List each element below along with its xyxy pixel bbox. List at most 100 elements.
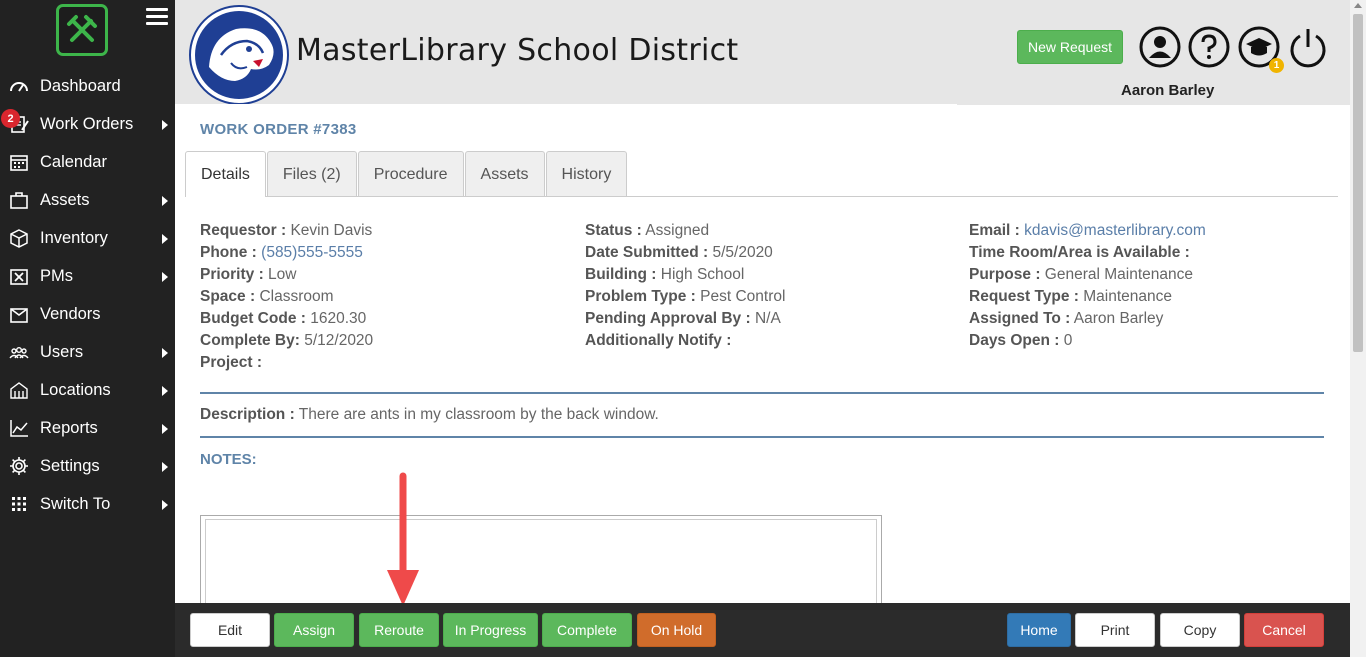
caret-right-icon <box>162 500 168 510</box>
caret-right-icon <box>162 424 168 434</box>
sidebar-item-locations[interactable]: Locations <box>0 371 175 409</box>
reports-icon <box>8 417 30 439</box>
request-type-field: Request Type : Maintenance <box>969 288 1173 305</box>
notes-inner-frame <box>205 519 877 614</box>
in-progress-button[interactable]: In Progress <box>443 613 538 647</box>
notes-input[interactable] <box>200 515 882 615</box>
assigned-to-field: Assigned To : Aaron Barley <box>969 310 1164 327</box>
date-submitted-field: Date Submitted : 5/5/2020 <box>585 244 773 261</box>
vendors-icon <box>8 303 30 325</box>
details-column-2: Status : Assigned Date Submitted : 5/5/2… <box>585 220 785 352</box>
caret-right-icon <box>162 462 168 472</box>
sidebar-item-label: Settings <box>40 456 100 475</box>
purpose-field: Purpose : General Maintenance <box>969 266 1194 283</box>
training-badge: 1 <box>1269 58 1284 73</box>
app-logo-icon[interactable] <box>56 4 108 56</box>
pending-approval-field: Pending Approval By : N/A <box>585 310 781 327</box>
sidebar-item-calendar[interactable]: Calendar <box>0 143 175 181</box>
email-field: Email : kdavis@masterlibrary.com <box>969 222 1206 239</box>
user-name: Aaron Barley <box>1121 82 1215 99</box>
pms-icon <box>8 265 30 287</box>
details-column-3: Email : kdavis@masterlibrary.com Time Ro… <box>969 220 1206 352</box>
tab-files[interactable]: Files (2) <box>266 151 357 197</box>
days-open-field: Days Open : 0 <box>969 332 1073 349</box>
help-icon[interactable] <box>1187 25 1231 69</box>
phone-link[interactable]: (585)555-5555 <box>261 244 363 261</box>
caret-right-icon <box>162 386 168 396</box>
on-hold-button[interactable]: On Hold <box>637 613 716 647</box>
sidebar-item-users[interactable]: Users <box>0 333 175 371</box>
annotation-arrow-icon <box>385 470 421 615</box>
edit-button[interactable]: Edit <box>190 613 270 647</box>
project-field: Project : <box>200 354 263 371</box>
page-header: MasterLibrary School District New Reques… <box>175 0 1350 105</box>
caret-right-icon <box>162 120 168 130</box>
complete-by-field: Complete By: 5/12/2020 <box>200 332 374 349</box>
caret-right-icon <box>162 272 168 282</box>
sidebar-item-settings[interactable]: Settings <box>0 447 175 485</box>
building-field: Building : High School <box>585 266 745 283</box>
action-bar: Edit Assign Reroute In Progress Complete… <box>175 603 1350 657</box>
caret-right-icon <box>162 234 168 244</box>
locations-icon <box>8 379 30 401</box>
email-link[interactable]: kdavis@masterlibrary.com <box>1024 222 1206 239</box>
work-order-title: WORK ORDER #7383 <box>200 121 357 138</box>
page-title: MasterLibrary School District <box>296 33 739 68</box>
caret-right-icon <box>162 196 168 206</box>
assign-button[interactable]: Assign <box>274 613 354 647</box>
sidebar-item-pms[interactable]: PMs <box>0 257 175 295</box>
sidebar-item-label: Vendors <box>40 304 101 323</box>
page-scrollbar[interactable] <box>1350 0 1366 657</box>
sidebar-item-label: Locations <box>40 380 111 399</box>
scrollbar-thumb[interactable] <box>1353 14 1363 352</box>
work-order-tabs: Details Files (2) Procedure Assets Histo… <box>185 151 628 197</box>
tab-history[interactable]: History <box>545 151 628 197</box>
sidebar-item-label: Reports <box>40 418 98 437</box>
sidebar-item-assets[interactable]: Assets <box>0 181 175 219</box>
cancel-button[interactable]: Cancel <box>1244 613 1324 647</box>
description-field: Description : There are ants in my class… <box>200 406 659 423</box>
tab-details[interactable]: Details <box>185 151 266 197</box>
scroll-up-icon[interactable] <box>1354 3 1362 8</box>
user-profile-icon[interactable] <box>1138 25 1182 69</box>
copy-button[interactable]: Copy <box>1160 613 1240 647</box>
tab-assets[interactable]: Assets <box>464 151 545 197</box>
status-field: Status : Assigned <box>585 222 710 239</box>
sidebar-item-inventory[interactable]: Inventory <box>0 219 175 257</box>
dashboard-icon <box>8 75 30 97</box>
sidebar-item-dashboard[interactable]: Dashboard <box>0 67 175 105</box>
power-logout-icon[interactable] <box>1286 25 1330 69</box>
tab-procedure[interactable]: Procedure <box>357 151 464 197</box>
time-available-field: Time Room/Area is Available : <box>969 244 1190 261</box>
users-icon <box>8 341 30 363</box>
section-divider <box>200 392 1324 394</box>
sidebar-item-reports[interactable]: Reports <box>0 409 175 447</box>
sidebar-item-label: PMs <box>40 266 73 285</box>
reroute-button[interactable]: Reroute <box>359 613 439 647</box>
priority-field: Priority : Low <box>200 266 297 283</box>
work-orders-badge: 2 <box>1 109 20 128</box>
inventory-icon <box>8 227 30 249</box>
complete-button[interactable]: Complete <box>542 613 632 647</box>
sidebar-item-switch-to[interactable]: Switch To <box>0 485 175 523</box>
new-request-button[interactable]: New Request <box>1017 30 1123 64</box>
notes-label: NOTES: <box>200 451 257 468</box>
sidebar-item-label: Users <box>40 342 84 361</box>
menu-toggle-icon[interactable] <box>146 8 168 28</box>
switch-to-icon <box>8 493 30 515</box>
home-button[interactable]: Home <box>1007 613 1071 647</box>
details-column-1: Requestor : Kevin Davis Phone : (585)555… <box>200 220 373 374</box>
print-button[interactable]: Print <box>1075 613 1155 647</box>
header-strip <box>175 104 957 106</box>
caret-right-icon <box>162 348 168 358</box>
calendar-icon <box>8 151 30 173</box>
budget-code-field: Budget Code : 1620.30 <box>200 310 367 327</box>
sidebar-item-label: Work Orders <box>40 114 134 133</box>
sidebar-item-work-orders[interactable]: 2 Work Orders <box>0 105 175 143</box>
sidebar: Dashboard 2 Work Orders Calendar Assets <box>0 0 175 657</box>
sidebar-item-vendors[interactable]: Vendors <box>0 295 175 333</box>
phone-field: Phone : (585)555-5555 <box>200 244 363 261</box>
sidebar-item-label: Inventory <box>40 228 108 247</box>
assets-icon <box>8 189 30 211</box>
section-divider <box>200 436 1324 438</box>
